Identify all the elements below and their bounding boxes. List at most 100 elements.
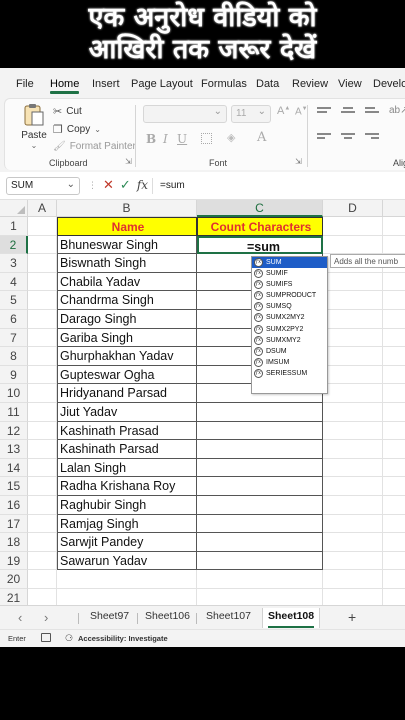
cell-e13[interactable]: [383, 440, 405, 459]
cell-a2[interactable]: [28, 235, 57, 255]
row-header-14[interactable]: 14: [0, 458, 28, 478]
row-header-13[interactable]: 13: [0, 440, 28, 459]
cell-c20[interactable]: [197, 570, 323, 589]
tab-review[interactable]: Review: [292, 78, 328, 90]
cell-b12[interactable]: Kashinath Prasad: [57, 421, 197, 441]
row-header-16[interactable]: 16: [0, 496, 28, 515]
cell-e7[interactable]: [383, 329, 405, 348]
cell-b6[interactable]: Darago Singh: [57, 310, 197, 329]
row-header-5[interactable]: 5: [0, 291, 28, 310]
copy-button[interactable]: ❐ Copy ⌄: [53, 123, 101, 136]
cell-d5[interactable]: [323, 291, 383, 310]
insert-function-icon[interactable]: fx: [137, 178, 148, 192]
autocomplete-item[interactable]: fx IMSUM: [252, 357, 327, 368]
column-header-e[interactable]: [383, 200, 405, 217]
chevron-right-icon[interactable]: ›: [44, 610, 48, 625]
sheet-tab-sheet108[interactable]: Sheet108: [262, 608, 321, 628]
cancel-icon[interactable]: ✕: [103, 177, 114, 193]
cell-a4[interactable]: [28, 272, 57, 292]
cell-c13[interactable]: [197, 440, 323, 459]
autocomplete-item[interactable]: fx SUMPRODUCT: [252, 290, 327, 301]
cell-e8[interactable]: [383, 347, 405, 366]
cell-a1[interactable]: [28, 217, 57, 236]
cell-b13[interactable]: Kashinath Parsad: [57, 440, 197, 459]
function-autocomplete-list[interactable]: fx SUM fx SUMIF fx SUMIFS fx SUMPRODUCT fx SUMSQ f…: [251, 256, 328, 394]
increase-font-icon[interactable]: A▲: [277, 105, 290, 117]
cell-a11[interactable]: [28, 403, 57, 422]
cell-b15[interactable]: Radha Krishana Roy: [57, 477, 197, 496]
autocomplete-item[interactable]: fx DSUM: [252, 346, 327, 357]
select-all-button[interactable]: [0, 200, 28, 217]
cell-d11[interactable]: [323, 403, 383, 422]
underline-icon[interactable]: U: [177, 132, 187, 146]
font-size-combo[interactable]: 11: [231, 105, 271, 123]
autocomplete-item[interactable]: fx SUMIFS: [252, 279, 327, 290]
cell-a15[interactable]: [28, 477, 57, 496]
cell-b4[interactable]: Chabila Yadav: [57, 272, 197, 292]
cell-b16[interactable]: Raghubir Singh: [57, 496, 197, 515]
cell-a14[interactable]: [28, 458, 57, 478]
cell-a21[interactable]: [28, 589, 57, 605]
cell-c14[interactable]: [197, 458, 323, 478]
cell-b20[interactable]: [57, 570, 197, 589]
column-header-b[interactable]: B: [57, 200, 197, 217]
cell-b11[interactable]: Jiut Yadav: [57, 403, 197, 422]
row-header-15[interactable]: 15: [0, 477, 28, 496]
cell-d8[interactable]: [323, 347, 383, 366]
cell-e11[interactable]: [383, 403, 405, 422]
cell-d9[interactable]: [323, 365, 383, 385]
cell-e20[interactable]: [383, 570, 405, 589]
cell-a16[interactable]: [28, 496, 57, 515]
cell-d7[interactable]: [323, 328, 383, 348]
cell-d15[interactable]: [323, 477, 383, 496]
align-middle-icon[interactable]: [341, 107, 355, 117]
cell-e2[interactable]: [383, 236, 405, 255]
tab-developer[interactable]: Develo: [373, 78, 405, 90]
cell-e10[interactable]: [383, 384, 405, 403]
column-header-a[interactable]: A: [28, 200, 57, 217]
row-header-19[interactable]: 19: [0, 551, 28, 571]
cell-a20[interactable]: [28, 570, 57, 589]
cell-c17[interactable]: [197, 514, 323, 534]
sheet-tab-sheet97[interactable]: Sheet97: [90, 610, 129, 622]
cell-e16[interactable]: [383, 496, 405, 515]
align-top-icon[interactable]: [317, 107, 331, 117]
cell-b14[interactable]: Lalan Singh: [57, 458, 197, 478]
cell-d21[interactable]: [323, 589, 383, 605]
cell-e14[interactable]: [383, 459, 405, 478]
cell-b8[interactable]: Ghurphakhan Yadav: [57, 347, 197, 366]
cell-a6[interactable]: [28, 310, 57, 329]
row-header-12[interactable]: 12: [0, 421, 28, 441]
autocomplete-item[interactable]: fx SUMIF: [252, 268, 327, 279]
formula-input[interactable]: =sum: [160, 180, 185, 191]
cell-c21[interactable]: [197, 589, 323, 605]
enter-icon[interactable]: ✓: [120, 177, 131, 193]
row-header-3[interactable]: 3: [0, 254, 28, 273]
sheet-tab-sheet106[interactable]: Sheet106: [145, 610, 190, 622]
cell-e5[interactable]: [383, 291, 405, 310]
column-header-c[interactable]: C: [197, 200, 323, 217]
cell-a12[interactable]: [28, 421, 57, 441]
cell-e17[interactable]: [383, 515, 405, 534]
cell-b10[interactable]: Hridyanand Parsad: [57, 384, 197, 403]
cell-d12[interactable]: [323, 421, 383, 441]
paste-dropdown-icon[interactable]: ⌄: [19, 141, 49, 150]
cell-d4[interactable]: [323, 272, 383, 292]
row-header-1[interactable]: 1: [0, 217, 28, 236]
tab-insert[interactable]: Insert: [92, 78, 120, 90]
autocomplete-item[interactable]: fx SUM: [252, 257, 327, 269]
row-header-17[interactable]: 17: [0, 514, 28, 534]
row-header-11[interactable]: 11: [0, 403, 28, 422]
cell-a7[interactable]: [28, 328, 57, 348]
cell-b19[interactable]: Sawarun Yadav: [57, 551, 197, 571]
fill-color-icon[interactable]: ◈: [227, 131, 235, 144]
autocomplete-item[interactable]: fx SERIESSUM: [252, 368, 327, 379]
italic-icon[interactable]: I: [163, 132, 168, 146]
cell-e21[interactable]: [383, 589, 405, 605]
align-right-icon[interactable]: [365, 133, 379, 143]
cell-a18[interactable]: [28, 533, 57, 552]
cell-d20[interactable]: [323, 570, 383, 589]
cell-e19[interactable]: [383, 552, 405, 571]
chevron-down-icon[interactable]: ⌄: [67, 179, 75, 190]
bold-icon[interactable]: B: [146, 132, 156, 146]
